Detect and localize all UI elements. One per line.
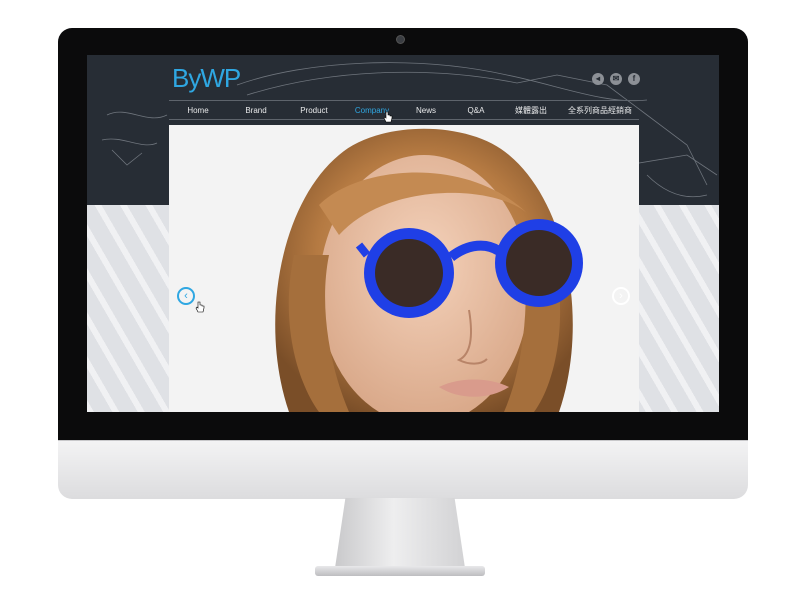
carousel-prev-button[interactable]: ‹ (177, 287, 195, 305)
hand-cursor-icon (383, 111, 393, 123)
nav-item-news[interactable]: News (401, 106, 451, 115)
monitor-chin (58, 440, 748, 499)
facebook-icon[interactable]: f (628, 73, 640, 85)
nav-item-qa[interactable]: Q&A (451, 106, 501, 115)
carousel-next-button[interactable]: › (612, 287, 630, 305)
nav-item-product[interactable]: Product (285, 106, 343, 115)
social-links: ◂ ✉ f (592, 73, 640, 85)
nav-item-distributors[interactable]: 全系列商品經銷商 (561, 105, 639, 116)
hand-cursor-icon (195, 301, 205, 313)
monitor-stand (335, 498, 465, 568)
nav-item-home[interactable]: Home (169, 106, 227, 115)
nav-item-brand[interactable]: Brand (227, 106, 285, 115)
hero-image (169, 125, 639, 412)
nav-item-media[interactable]: 媒體露出 (501, 105, 561, 116)
camera-icon (396, 35, 405, 44)
model-photo (169, 125, 639, 412)
sound-icon[interactable]: ◂ (592, 73, 604, 85)
monitor-stand-base (315, 566, 485, 576)
website-screen: ByWP ◂ ✉ f Home Brand Product Company Ne… (87, 55, 719, 412)
main-nav: Home Brand Product Company News Q&A 媒體露出… (169, 100, 639, 120)
site-logo[interactable]: ByWP (172, 63, 241, 94)
mail-icon[interactable]: ✉ (610, 73, 622, 85)
